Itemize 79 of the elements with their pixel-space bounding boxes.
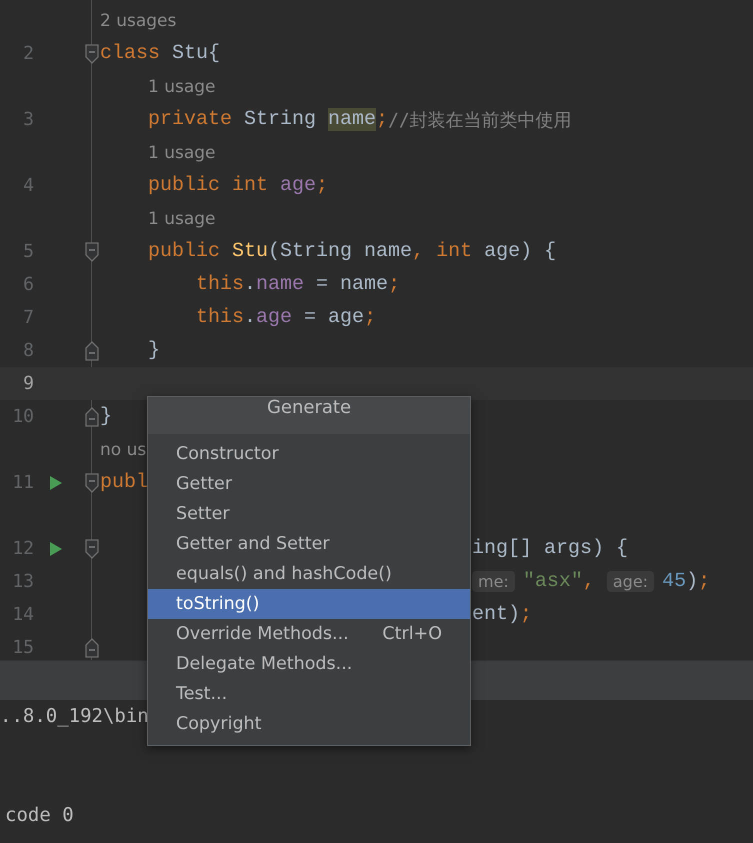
parameter-hint: me:	[472, 571, 515, 592]
code-text: }	[100, 405, 112, 428]
usage-hint[interactable]: no us	[100, 440, 146, 460]
fold-icon[interactable]	[85, 44, 99, 64]
code-text: Stu{	[172, 42, 220, 65]
line-number: 13	[11, 571, 35, 592]
highlighted-code: name	[328, 108, 376, 131]
code-text: , int	[412, 240, 474, 263]
usage-hint[interactable]: 1 usage	[148, 208, 216, 228]
code-text: ;	[364, 306, 376, 329]
line-number: 3	[22, 109, 35, 130]
console-output: ..8.0_192\bin	[0, 704, 149, 729]
code-text: public int	[148, 174, 270, 197]
code-text: ;	[520, 603, 532, 626]
console-output: code 0	[4, 803, 74, 828]
code-text: age) {	[484, 240, 556, 263]
code-text: = name	[315, 273, 388, 296]
code-text: ,	[582, 570, 596, 593]
menu-item[interactable]: Setter	[148, 499, 470, 529]
fold-icon[interactable]	[85, 340, 99, 360]
code-text: (String name	[268, 240, 412, 263]
line-number: 7	[22, 307, 35, 328]
code-text: age	[280, 174, 316, 197]
line-number: 14	[11, 604, 35, 625]
code-text: this	[196, 273, 244, 296]
menu-item[interactable]: Getter and Setter	[148, 529, 470, 559]
code-text: class	[100, 42, 162, 65]
code-text: ;	[698, 570, 710, 593]
menu-item[interactable]: Override Methods... Ctrl+O	[148, 619, 470, 649]
fold-icon[interactable]	[85, 538, 99, 558]
usage-hint[interactable]: 2 usages	[100, 10, 176, 30]
fold-icon[interactable]	[85, 406, 99, 426]
line-number: 6	[22, 274, 35, 295]
line-number: 5	[22, 241, 35, 262]
usage-hint[interactable]: 1 usage	[148, 142, 216, 162]
code-text: ;	[316, 174, 328, 197]
menu-item[interactable]: Getter	[148, 469, 470, 499]
line-number: 2	[22, 43, 35, 64]
code-text: 45	[662, 570, 686, 593]
code-text: public	[148, 240, 222, 263]
fold-icon[interactable]	[85, 638, 99, 658]
code-text: .	[244, 306, 256, 329]
code-text: ing[] args) {	[472, 537, 628, 560]
code-text: age	[256, 306, 292, 329]
code-text: }	[148, 339, 160, 362]
code-text: String	[244, 108, 318, 131]
run-icon[interactable]	[49, 474, 63, 490]
code-text: publ	[100, 471, 148, 494]
fold-icon[interactable]	[85, 242, 99, 262]
menu-item[interactable]: Constructor	[148, 439, 470, 469]
code-text: ;	[376, 108, 388, 131]
line-number: 10	[11, 406, 35, 427]
line-number: 9	[22, 373, 35, 394]
parameter-hint: age:	[606, 571, 654, 592]
code-text: "asx"	[522, 570, 583, 593]
code-text: private	[148, 108, 234, 131]
menu-title: Generate	[148, 397, 470, 434]
usage-hint[interactable]: 1 usage	[148, 76, 216, 96]
line-number: 8	[22, 340, 35, 361]
line-number: 11	[11, 472, 35, 493]
menu-item[interactable]: Test...	[148, 679, 470, 709]
code-comment: //封装在当前类中使用	[388, 108, 572, 132]
code-text: = age	[303, 306, 364, 329]
code-text: )	[686, 570, 698, 593]
menu-item[interactable]: Copyright	[148, 709, 470, 739]
line-number: 4	[22, 175, 35, 196]
run-icon[interactable]	[49, 540, 63, 556]
line-number: 12	[11, 538, 35, 559]
code-text: Stu	[232, 240, 268, 263]
menu-item[interactable]: equals() and hashCode()	[148, 559, 470, 589]
code-text: .	[244, 273, 256, 296]
code-text: name	[256, 273, 304, 296]
code-text: ent)	[472, 603, 520, 626]
menu-item[interactable]: Delegate Methods...	[148, 649, 470, 679]
menu-item[interactable]: toString()	[148, 589, 470, 619]
fold-icon[interactable]	[85, 472, 99, 492]
line-number: 15	[11, 637, 35, 658]
code-text: ;	[388, 273, 400, 296]
code-text: this	[196, 306, 244, 329]
